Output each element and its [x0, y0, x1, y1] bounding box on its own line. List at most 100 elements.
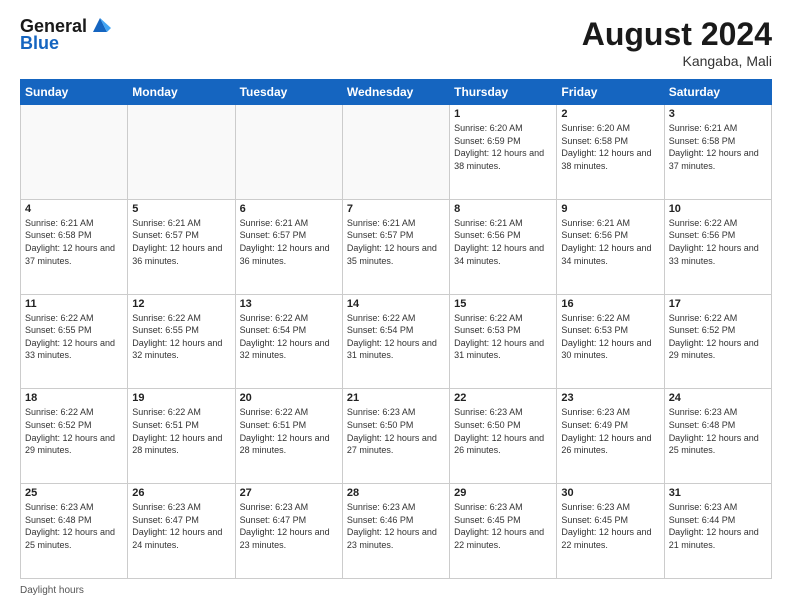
day-number: 12	[132, 298, 230, 310]
day-info: Sunrise: 6:22 AM Sunset: 6:56 PM Dayligh…	[669, 217, 767, 267]
calendar-cell: 23 Sunrise: 6:23 AM Sunset: 6:49 PM Dayli…	[557, 389, 664, 484]
day-info: Sunrise: 6:23 AM Sunset: 6:46 PM Dayligh…	[347, 501, 445, 551]
title-area: August 2024 Kangaba, Mali	[582, 16, 772, 69]
day-number: 31	[669, 487, 767, 499]
day-number: 22	[454, 392, 552, 404]
calendar-week-4: 18Sunrise: 6:22 AM Sunset: 6:52 PM Dayli…	[21, 389, 772, 484]
calendar-cell: 2 Sunrise: 6:20 AM Sunset: 6:58 PM Daylig…	[557, 105, 664, 200]
page: General Blue August 2024 Kangaba, Mali S…	[0, 0, 792, 612]
day-info: Sunrise: 6:22 AM Sunset: 6:54 PM Dayligh…	[347, 312, 445, 362]
month-year: August 2024	[582, 16, 772, 53]
day-number: 30	[561, 487, 659, 499]
day-info: Sunrise: 6:23 AM Sunset: 6:50 PM Dayligh…	[347, 406, 445, 456]
day-info: Sunrise: 6:23 AM Sunset: 6:48 PM Dayligh…	[25, 501, 123, 551]
day-info: Sunrise: 6:22 AM Sunset: 6:51 PM Dayligh…	[240, 406, 338, 456]
day-number: 19	[132, 392, 230, 404]
col-tuesday: Tuesday	[235, 80, 342, 105]
day-info: Sunrise: 6:22 AM Sunset: 6:53 PM Dayligh…	[454, 312, 552, 362]
day-number: 29	[454, 487, 552, 499]
col-friday: Friday	[557, 80, 664, 105]
day-number: 2	[561, 108, 659, 120]
calendar-cell: 7 Sunrise: 6:21 AM Sunset: 6:57 PM Daylig…	[342, 199, 449, 294]
day-number: 3	[669, 108, 767, 120]
calendar-cell: 14 Sunrise: 6:22 AM Sunset: 6:54 PM Dayli…	[342, 294, 449, 389]
calendar-header-row: Sunday Monday Tuesday Wednesday Thursday…	[21, 80, 772, 105]
col-monday: Monday	[128, 80, 235, 105]
day-info: Sunrise: 6:22 AM Sunset: 6:51 PM Dayligh…	[132, 406, 230, 456]
day-number: 13	[240, 298, 338, 310]
calendar-cell: 22 Sunrise: 6:23 AM Sunset: 6:50 PM Dayli…	[450, 389, 557, 484]
calendar-cell: 12Sunrise: 6:22 AM Sunset: 6:55 PM Dayli…	[128, 294, 235, 389]
calendar-cell: 5Sunrise: 6:21 AM Sunset: 6:57 PM Daylig…	[128, 199, 235, 294]
day-number: 28	[347, 487, 445, 499]
calendar-cell: 4 Sunrise: 6:21 AM Sunset: 6:58 PM Daylig…	[21, 199, 128, 294]
day-info: Sunrise: 6:20 AM Sunset: 6:58 PM Dayligh…	[561, 122, 659, 172]
day-info: Sunrise: 6:21 AM Sunset: 6:58 PM Dayligh…	[25, 217, 123, 267]
day-number: 21	[347, 392, 445, 404]
calendar-cell: 18Sunrise: 6:22 AM Sunset: 6:52 PM Dayli…	[21, 389, 128, 484]
day-info: Sunrise: 6:22 AM Sunset: 6:52 PM Dayligh…	[25, 406, 123, 456]
day-info: Sunrise: 6:22 AM Sunset: 6:54 PM Dayligh…	[240, 312, 338, 362]
day-info: Sunrise: 6:23 AM Sunset: 6:49 PM Dayligh…	[561, 406, 659, 456]
calendar-cell	[342, 105, 449, 200]
day-info: Sunrise: 6:23 AM Sunset: 6:45 PM Dayligh…	[454, 501, 552, 551]
calendar-table: Sunday Monday Tuesday Wednesday Thursday…	[20, 79, 772, 579]
calendar-week-1: 1 Sunrise: 6:20 AM Sunset: 6:59 PM Daylig…	[21, 105, 772, 200]
calendar-cell: 21 Sunrise: 6:23 AM Sunset: 6:50 PM Dayli…	[342, 389, 449, 484]
calendar-week-3: 11 Sunrise: 6:22 AM Sunset: 6:55 PM Dayli…	[21, 294, 772, 389]
day-info: Sunrise: 6:22 AM Sunset: 6:53 PM Dayligh…	[561, 312, 659, 362]
col-wednesday: Wednesday	[342, 80, 449, 105]
calendar-cell: 8Sunrise: 6:21 AM Sunset: 6:56 PM Daylig…	[450, 199, 557, 294]
day-number: 23	[561, 392, 659, 404]
day-number: 25	[25, 487, 123, 499]
calendar-cell: 17Sunrise: 6:22 AM Sunset: 6:52 PM Dayli…	[664, 294, 771, 389]
calendar-cell: 24 Sunrise: 6:23 AM Sunset: 6:48 PM Dayli…	[664, 389, 771, 484]
day-info: Sunrise: 6:23 AM Sunset: 6:45 PM Dayligh…	[561, 501, 659, 551]
day-number: 26	[132, 487, 230, 499]
day-number: 24	[669, 392, 767, 404]
day-number: 16	[561, 298, 659, 310]
day-number: 15	[454, 298, 552, 310]
day-info: Sunrise: 6:20 AM Sunset: 6:59 PM Dayligh…	[454, 122, 552, 172]
day-info: Sunrise: 6:23 AM Sunset: 6:48 PM Dayligh…	[669, 406, 767, 456]
calendar-week-5: 25 Sunrise: 6:23 AM Sunset: 6:48 PM Dayli…	[21, 484, 772, 579]
calendar-cell: 10Sunrise: 6:22 AM Sunset: 6:56 PM Dayli…	[664, 199, 771, 294]
day-number: 1	[454, 108, 552, 120]
day-number: 8	[454, 203, 552, 215]
calendar-cell: 27Sunrise: 6:23 AM Sunset: 6:47 PM Dayli…	[235, 484, 342, 579]
calendar-cell: 13 Sunrise: 6:22 AM Sunset: 6:54 PM Dayli…	[235, 294, 342, 389]
logo-icon	[89, 14, 111, 36]
day-info: Sunrise: 6:22 AM Sunset: 6:55 PM Dayligh…	[25, 312, 123, 362]
day-info: Sunrise: 6:21 AM Sunset: 6:56 PM Dayligh…	[561, 217, 659, 267]
calendar-cell: 9 Sunrise: 6:21 AM Sunset: 6:56 PM Daylig…	[557, 199, 664, 294]
col-thursday: Thursday	[450, 80, 557, 105]
calendar-cell: 20 Sunrise: 6:22 AM Sunset: 6:51 PM Dayli…	[235, 389, 342, 484]
day-number: 20	[240, 392, 338, 404]
col-sunday: Sunday	[21, 80, 128, 105]
day-number: 7	[347, 203, 445, 215]
calendar-cell: 3 Sunrise: 6:21 AM Sunset: 6:58 PM Daylig…	[664, 105, 771, 200]
day-number: 6	[240, 203, 338, 215]
logo: General Blue	[20, 16, 111, 54]
day-info: Sunrise: 6:23 AM Sunset: 6:50 PM Dayligh…	[454, 406, 552, 456]
day-info: Sunrise: 6:21 AM Sunset: 6:57 PM Dayligh…	[132, 217, 230, 267]
day-info: Sunrise: 6:21 AM Sunset: 6:57 PM Dayligh…	[347, 217, 445, 267]
day-number: 4	[25, 203, 123, 215]
calendar-cell: 11 Sunrise: 6:22 AM Sunset: 6:55 PM Dayli…	[21, 294, 128, 389]
calendar-cell: 15 Sunrise: 6:22 AM Sunset: 6:53 PM Dayli…	[450, 294, 557, 389]
day-number: 9	[561, 203, 659, 215]
col-saturday: Saturday	[664, 80, 771, 105]
header: General Blue August 2024 Kangaba, Mali	[20, 16, 772, 69]
calendar-cell: 1 Sunrise: 6:20 AM Sunset: 6:59 PM Daylig…	[450, 105, 557, 200]
daylight-label: Daylight hours	[20, 585, 84, 596]
day-number: 11	[25, 298, 123, 310]
day-info: Sunrise: 6:22 AM Sunset: 6:52 PM Dayligh…	[669, 312, 767, 362]
calendar-cell: 31 Sunrise: 6:23 AM Sunset: 6:44 PM Dayli…	[664, 484, 771, 579]
day-number: 14	[347, 298, 445, 310]
calendar-cell	[235, 105, 342, 200]
calendar-cell: 16 Sunrise: 6:22 AM Sunset: 6:53 PM Dayli…	[557, 294, 664, 389]
day-info: Sunrise: 6:23 AM Sunset: 6:44 PM Dayligh…	[669, 501, 767, 551]
day-info: Sunrise: 6:21 AM Sunset: 6:57 PM Dayligh…	[240, 217, 338, 267]
day-number: 27	[240, 487, 338, 499]
day-info: Sunrise: 6:21 AM Sunset: 6:58 PM Dayligh…	[669, 122, 767, 172]
